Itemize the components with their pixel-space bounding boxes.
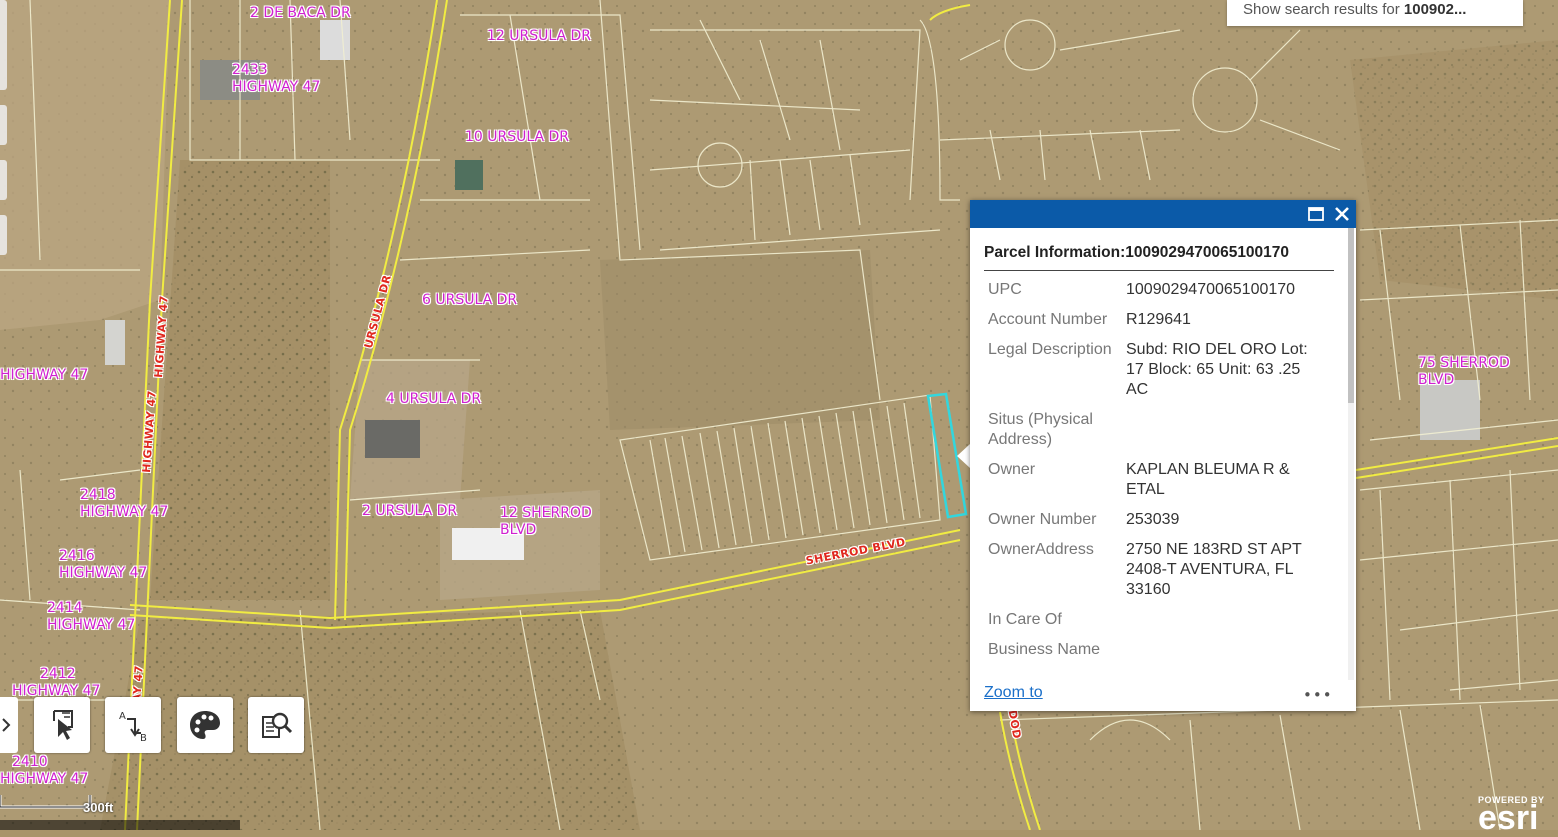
basemap-button[interactable] [177,697,233,753]
field-key: In Care Of [988,611,1062,628]
maximize-icon[interactable] [1306,204,1326,224]
search-prefix: Show search results for [1243,1,1404,18]
field-key: Situs (Physical Address) [988,411,1093,448]
select-edit-icon [53,710,73,740]
esri-logo[interactable]: POWERED BY esri [1478,795,1545,837]
address-label: 2418 [80,487,116,503]
address-label: HIGHWAY 47 [59,565,148,581]
address-label: 2 URSULA DR [362,503,458,519]
left-panel-tab[interactable] [0,160,7,200]
field-row: Business Name [984,640,1336,660]
field-row: In Care Of [984,610,1336,630]
parcel-popup: Parcel Information:1009029470065100170 U… [970,200,1356,711]
scale-bar [0,795,92,809]
directions-icon: A B [119,711,147,744]
left-panel-tab[interactable] [0,215,7,255]
address-label: 12 URSULA DR [487,28,592,44]
field-key: OwnerAddress [988,541,1094,558]
address-label: 2412 [40,666,76,682]
address-label: HIGHWAY 47 [0,771,89,787]
field-row: Owner KAPLAN BLEUMA R & ETAL [984,460,1336,500]
address-label: 10 URSULA DR [465,129,570,145]
search-query: 100902... [1403,1,1467,18]
pointer-tool-button[interactable] [0,697,18,753]
svg-text:A: A [119,711,126,722]
field-value: 2750 NE 183RD ST APT 2408-T AVENTURA, FL… [1126,541,1302,598]
popup-title: Parcel Information:1009029470065100170 [984,244,1334,271]
address-label: 75 SHERROD [1418,355,1510,371]
address-label: HIGHWAY 47 [0,367,89,383]
field-value: 253039 [1126,511,1180,528]
field-key: Owner Number [988,511,1097,528]
address-label: 2 DE BACA DR [250,5,351,21]
zoom-to-link[interactable]: Zoom to [984,684,1043,702]
close-icon[interactable] [1332,204,1352,224]
select-edit-button[interactable] [34,697,90,753]
address-label: 2433 [232,62,268,78]
search-results-banner[interactable]: Show search results for 100902... [1227,0,1523,26]
field-row: Legal Description Subd: RIO DEL ORO Lot: … [984,340,1336,400]
address-label: BLVD [500,522,537,538]
search-report-button[interactable] [248,697,304,753]
field-value: 1009029470065100170 [1126,281,1296,298]
field-row: Owner Number 253039 [984,510,1336,530]
field-row: UPC 1009029470065100170 [984,280,1336,300]
basemap-palette-icon [190,711,220,739]
address-label: 12 SHERROD [500,505,592,521]
address-label: HIGHWAY 47 [232,79,321,95]
search-report-icon [262,712,293,738]
popup-pointer [957,444,970,468]
scrollbar-thumb[interactable] [1348,228,1354,403]
field-key: Legal Description [988,341,1112,358]
esri-brand: esri [1478,799,1539,837]
svg-text:B: B [140,733,147,744]
address-label: 4 URSULA DR [386,391,482,407]
popup-scrollbar[interactable] [1348,228,1354,680]
coordinates-bar [0,820,240,830]
directions-button[interactable]: A B [105,697,161,753]
address-label: BLVD [1418,372,1455,388]
field-value [1126,640,1326,660]
field-value [1126,410,1326,450]
field-value: R129641 [1126,311,1191,328]
field-row: Account Number R129641 [984,310,1336,330]
field-value: KAPLAN BLEUMA R & ETAL [1126,461,1290,498]
address-label: 2410 [12,754,48,770]
popup-body[interactable]: UPC 1009029470065100170 Account Number R12… [984,280,1336,680]
field-value [1126,610,1326,630]
field-key: UPC [988,281,1022,298]
address-label: 2416 [59,548,95,564]
scale-label: 300ft [83,800,114,815]
field-key: Account Number [988,311,1108,328]
left-panel-tab[interactable] [0,0,7,90]
address-label: HIGHWAY 47 [47,617,136,633]
field-value: Subd: RIO DEL ORO Lot: 17 Block: 65 Unit… [1126,341,1308,398]
field-row: Situs (Physical Address) [984,410,1336,450]
field-key: Business Name [988,641,1101,658]
address-label: HIGHWAY 47 [80,504,169,520]
pointer-icon [2,718,11,732]
address-label: 2414 [47,600,83,616]
field-key: Owner [988,461,1036,478]
left-panel-tab[interactable] [0,105,7,145]
field-row: OwnerAddress 2750 NE 183RD ST APT 2408-T … [984,540,1336,600]
popup-header [970,200,1356,228]
address-label: 6 URSULA DR [422,292,518,308]
more-actions-button[interactable]: ••• [1303,686,1333,704]
